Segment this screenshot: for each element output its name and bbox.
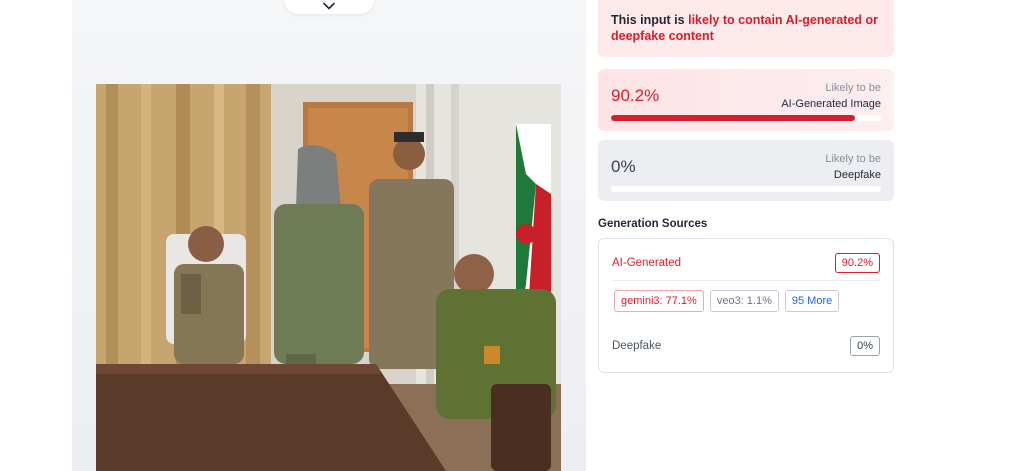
ai-score-label: Likely to be AI-Generated Image <box>781 80 881 112</box>
image-preview-panel <box>72 0 586 471</box>
verdict-alert: This input is likely to contain AI-gener… <box>598 0 894 57</box>
ai-score-sublabel: Likely to be <box>825 82 881 94</box>
photo-illustration <box>96 84 561 471</box>
collapse-button[interactable] <box>284 0 374 14</box>
model-chips: gemini3: 77.1% veo3: 1.1% 95 More <box>614 290 840 312</box>
source-ai-value-badge: 90.2% <box>834 253 880 273</box>
chevron-down-icon <box>323 2 335 10</box>
deepfake-score-sublabel: Likely to be <box>825 153 881 165</box>
ai-score-bar <box>611 115 881 121</box>
chip-gemini3[interactable]: gemini3: 77.1% <box>614 290 704 312</box>
deepfake-score-card: 0% Likely to be Deepfake <box>598 140 894 201</box>
deepfake-score-label: Likely to be Deepfake <box>825 151 881 183</box>
deepfake-score-bar <box>611 186 881 192</box>
source-deepfake-label: Deepfake <box>612 340 662 352</box>
generation-sources-card: AI-Generated 90.2% gemini3: 77.1% veo3: … <box>598 238 894 373</box>
ai-score-bar-fill <box>611 115 855 121</box>
chip-veo3[interactable]: veo3: 1.1% <box>709 290 779 312</box>
more-models-button[interactable]: 95 More <box>784 290 840 312</box>
deepfake-score-percent: 0% <box>611 157 636 176</box>
verdict-prefix: This input is <box>611 13 689 27</box>
page: This input is likely to contain AI-gener… <box>0 0 1024 471</box>
ai-score-mainlabel: AI-Generated Image <box>781 98 881 110</box>
source-row-deepfake[interactable]: Deepfake 0% <box>612 335 880 357</box>
source-row-ai-generated[interactable]: AI-Generated 90.2% <box>612 252 880 274</box>
source-ai-label: AI-Generated <box>612 257 682 269</box>
generation-sources-title: Generation Sources <box>598 218 708 230</box>
deepfake-score-mainlabel: Deepfake <box>833 169 881 181</box>
source-deepfake-value-badge: 0% <box>850 336 880 356</box>
analyzed-image <box>96 84 561 471</box>
ai-score-percent: 90.2% <box>611 86 660 105</box>
ai-generated-score-card: 90.2% Likely to be AI-Generated Image <box>598 69 894 131</box>
divider <box>612 280 880 281</box>
